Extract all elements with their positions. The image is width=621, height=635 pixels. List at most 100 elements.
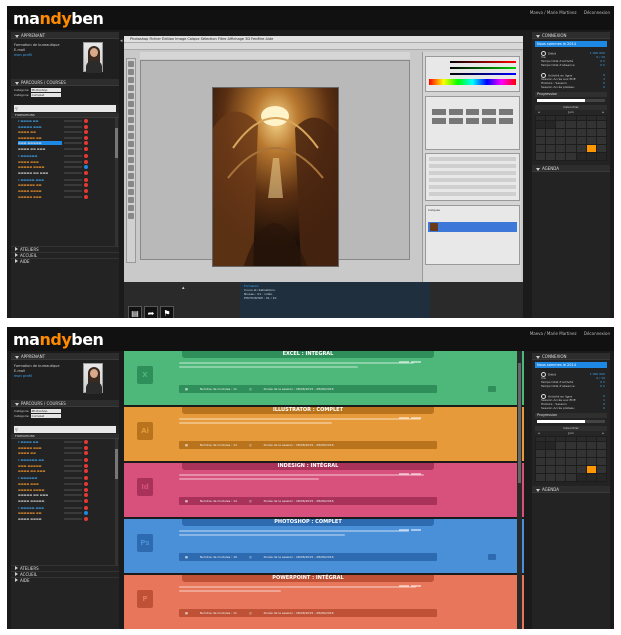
calendar-day[interactable] (556, 450, 566, 457)
book-icon[interactable]: ▤ (128, 306, 142, 318)
calendar-day[interactable] (536, 458, 546, 465)
adjust-icon[interactable] (448, 118, 463, 124)
calendar-day[interactable] (536, 474, 546, 481)
course-card-photoshop[interactable]: PHOTOSHOP : COMPLET Ps ▦ Nombre de module… (124, 519, 524, 573)
connexion-header[interactable]: CONNEXION (532, 32, 610, 39)
calendar-day[interactable] (546, 145, 556, 152)
calendar-day[interactable] (536, 137, 546, 144)
aide-section[interactable]: AIDE (11, 258, 119, 264)
connexion-header[interactable]: CONNEXION (532, 353, 610, 360)
calendar-day[interactable] (576, 129, 586, 136)
course-card-excel[interactable]: EXCEL : INTÉGRAL X ▦ Nombre de modules : … (124, 351, 524, 405)
calendar-day[interactable] (596, 137, 606, 144)
calendar-day[interactable] (556, 129, 566, 136)
profile-panel-header[interactable]: APPRENANT (11, 353, 119, 360)
calendar-day[interactable] (556, 474, 566, 481)
scroll-thumb[interactable] (115, 449, 118, 479)
prev-month-icon[interactable]: ◂ (538, 110, 540, 115)
preset-row[interactable] (429, 192, 516, 196)
course-card-powerpoint[interactable]: POWERPOINT : INTÉGRAL P ▦ Nombre de modul… (124, 575, 524, 629)
list-item[interactable]: ▾ ▬▬▬▬▬ ▬▬▬ (14, 177, 116, 182)
agenda-header[interactable]: AGENDA (532, 165, 610, 172)
tree-scrollbar[interactable] (115, 439, 118, 565)
calendar-day[interactable] (546, 450, 556, 457)
list-item[interactable]: ▬▬▬▬ ▬▬▬ (14, 481, 116, 486)
agenda-header[interactable]: AGENDA (532, 486, 610, 493)
color-spectrum[interactable] (429, 79, 516, 85)
calendar-day[interactable] (566, 145, 576, 152)
list-item[interactable]: ▬▬▬▬▬ ▬▬▬▬ (14, 165, 116, 170)
list-item[interactable]: ▬▬▬▬▬ ▬▬ ▬▬▬ (14, 170, 116, 175)
calendar-day[interactable] (556, 466, 566, 473)
list-item[interactable]: ▬▬▬ ▬▬▬▬▬ (14, 463, 116, 468)
adjust-icon[interactable] (432, 109, 446, 115)
color-slider-red[interactable] (450, 61, 516, 63)
calendar-day[interactable] (546, 153, 556, 160)
list-item[interactable]: ▬▬▬▬ ▬▬▬ (14, 159, 116, 164)
calendar-day[interactable] (586, 458, 596, 465)
collapse-left-icon[interactable]: ◂ (120, 36, 123, 46)
calendar-day[interactable] (586, 129, 596, 136)
brand-logo[interactable]: mandyben (13, 330, 104, 349)
calendar-day[interactable] (536, 145, 546, 152)
filter-select-category[interactable]: Photoshop (30, 88, 61, 92)
calendar-day[interactable] (536, 153, 546, 160)
preset-row[interactable] (429, 178, 516, 182)
scroll-thumb[interactable] (518, 363, 521, 483)
list-item[interactable]: ▬▬▬▬ ▬▬ ▬▬▬ (14, 146, 116, 151)
calendar-day-today[interactable] (586, 466, 596, 473)
calendar-day[interactable] (576, 450, 586, 457)
flag-icon[interactable]: ⚑ (160, 306, 174, 318)
calendar-day[interactable] (596, 145, 606, 152)
calendar-day[interactable] (566, 474, 576, 481)
list-item[interactable]: ▬▬▬▬ ▬▬▬▬ (14, 188, 116, 193)
calendar-day[interactable] (576, 474, 586, 481)
list-item[interactable]: ▬▬▬▬▬ ▬▬▬ (14, 194, 116, 199)
adjust-icon[interactable] (432, 118, 446, 124)
calendar-day[interactable] (586, 137, 596, 144)
calendar-day[interactable] (556, 153, 566, 160)
calendar-day[interactable] (596, 450, 606, 457)
list-item[interactable]: ▬▬▬▬▬ ▬▬ ▬▬▬ (14, 493, 116, 498)
calendar-day[interactable] (576, 442, 586, 449)
color-slider-green[interactable] (450, 67, 516, 69)
list-item[interactable]: ▬▬▬▬▬ ▬▬▬ (14, 124, 116, 129)
calendar-day[interactable] (546, 474, 556, 481)
calendar-day[interactable] (586, 121, 596, 128)
calendar-day[interactable] (576, 458, 586, 465)
calendar-day[interactable] (586, 153, 596, 160)
preset-row[interactable] (429, 171, 516, 175)
calendar-day[interactable] (546, 121, 556, 128)
adjust-icon[interactable] (448, 109, 463, 115)
list-item[interactable]: ▬▬▬▬▬ ▬▬▬ (14, 445, 116, 450)
calendar-day[interactable] (566, 458, 576, 465)
list-item[interactable]: ▾ ▬▬▬▬▬▬ ▬▬ (14, 458, 116, 463)
share-icon[interactable]: ➦ (144, 306, 158, 318)
preset-row[interactable] (429, 164, 516, 168)
calendar-day[interactable] (586, 442, 596, 449)
user-menu[interactable]: Maeva / Marie Martinez Déconnexion (530, 10, 610, 15)
list-item[interactable]: ▾ ▬▬▬▬ ▬▬ (14, 440, 116, 444)
list-item[interactable]: ▬▬▬▬ ▬▬▬▬ (14, 516, 116, 521)
list-item-selected[interactable]: ▬▬▬ ▬▬▬▬▬ (14, 141, 116, 146)
preset-row[interactable] (429, 157, 516, 161)
logout-link[interactable]: Déconnexion (584, 331, 610, 336)
calendar-day[interactable] (576, 145, 586, 152)
calendar-day[interactable] (566, 442, 576, 449)
calendar-day[interactable] (576, 137, 586, 144)
adjust-icon[interactable] (499, 109, 513, 115)
aide-section[interactable]: AIDE (11, 577, 119, 583)
adjust-icon[interactable] (482, 118, 497, 124)
calendar-day[interactable] (536, 466, 546, 473)
calendar-day[interactable] (566, 466, 576, 473)
search-input[interactable]: ⚲ (14, 105, 116, 112)
list-item[interactable]: ▬▬▬▬▬▬ ▬▬ (14, 135, 116, 140)
calendar-day[interactable] (536, 442, 546, 449)
next-month-icon[interactable]: ▸ (602, 431, 604, 436)
calendar-day[interactable] (576, 466, 586, 473)
calendar-day[interactable] (556, 458, 566, 465)
tree-scrollbar[interactable] (115, 118, 118, 246)
filter-select-level[interactable]: Complet (30, 93, 61, 97)
next-month-icon[interactable]: ▸ (602, 110, 604, 115)
calendar-day[interactable] (566, 121, 576, 128)
